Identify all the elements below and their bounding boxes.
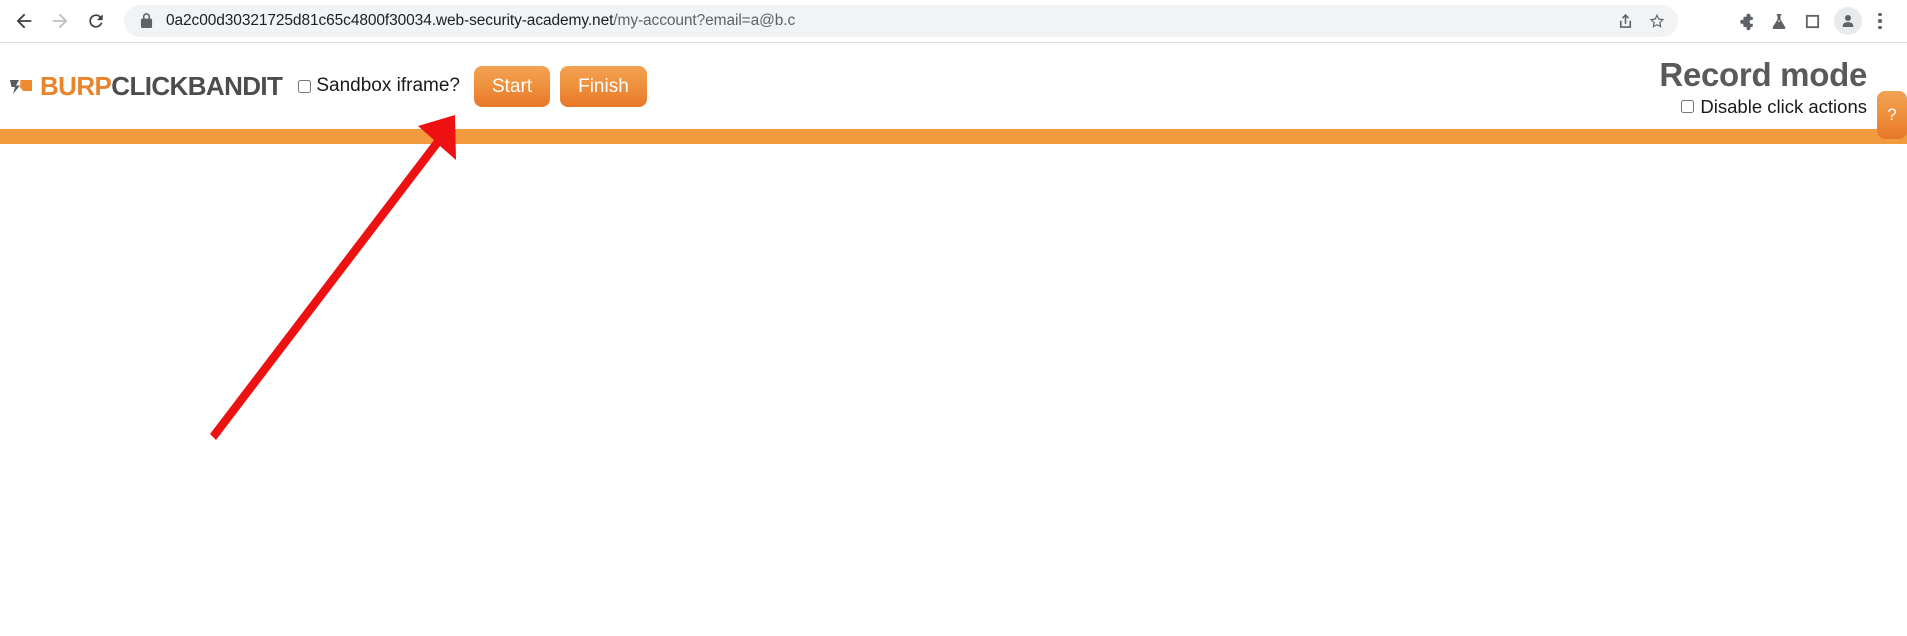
url-text: 0a2c00d30321725d81c65c4800f30034.web-sec… [166,5,1604,37]
clickbandit-header-right: Record mode Disable click actions [1659,43,1867,129]
forward-arrow-icon [52,13,68,29]
reload-button[interactable] [78,3,114,39]
clickbandit-header-left: BURPCLICKBANDIT Sandbox iframe? Start Fi… [8,43,647,129]
reload-icon [89,14,103,28]
browser-toolbar: 0a2c00d30321725d81c65c4800f30034.web-sec… [0,0,1907,42]
target-page-frame [0,144,1907,636]
disable-click-actions-label[interactable]: Disable click actions [1700,96,1867,118]
record-mode-title: Record mode [1659,56,1867,94]
address-bar[interactable]: 0a2c00d30321725d81c65c4800f30034.web-sec… [124,5,1678,37]
three-dot-menu-icon[interactable] [1867,6,1893,36]
disable-click-actions-control: Disable click actions [1681,96,1867,118]
back-button[interactable] [6,3,42,39]
burp-logo-icon [8,73,34,99]
clickbandit-action-buttons: Start Finish [473,65,647,107]
wordmark-clickbandit: CLICKBANDIT [111,70,283,101]
burp-extension-icon[interactable] [1698,6,1728,36]
square-icon[interactable] [1797,6,1827,36]
url-path: /my-account?email=a@b.c [613,12,796,29]
sandbox-iframe-label[interactable]: Sandbox iframe? [316,75,460,97]
finish-button[interactable]: Finish [560,65,647,107]
puzzle-piece-icon[interactable] [1731,6,1761,36]
clickbandit-header: BURPCLICKBANDIT Sandbox iframe? Start Fi… [0,43,1907,139]
omnibox-actions [1610,6,1672,36]
profile-avatar-icon[interactable] [1834,7,1862,35]
clickbandit-wordmark: BURPCLICKBANDIT [40,70,283,102]
share-icon[interactable] [1610,6,1640,36]
sandbox-iframe-control: Sandbox iframe? [298,75,460,97]
wordmark-burp: BURP [40,70,112,101]
url-host: 0a2c00d30321725d81c65c4800f30034.web-sec… [166,12,614,29]
three-dots [1878,12,1882,30]
browser-extension-toolbar [1698,6,1893,36]
back-arrow-icon [16,13,32,29]
start-button[interactable]: Start [473,65,551,107]
forward-button[interactable] [42,3,78,39]
help-button[interactable]: ? [1877,91,1907,139]
sandbox-iframe-checkbox[interactable] [298,79,312,93]
lock-icon [140,13,153,29]
flask-icon[interactable] [1764,6,1794,36]
bookmark-star-icon[interactable] [1642,6,1672,36]
disable-click-actions-checkbox[interactable] [1681,100,1695,114]
orange-separator-bar [0,129,1907,144]
